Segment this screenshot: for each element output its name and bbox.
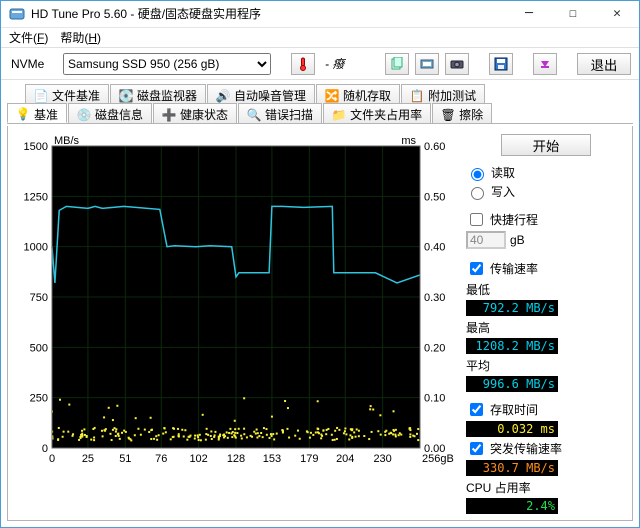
extra-icon: 📋 bbox=[410, 89, 424, 103]
burst-check[interactable]: 突发传输速率 bbox=[466, 439, 626, 458]
camera-button[interactable] bbox=[445, 53, 469, 75]
quick-value-input bbox=[466, 231, 506, 249]
svg-text:750: 750 bbox=[30, 292, 48, 304]
svg-text:0.20: 0.20 bbox=[424, 342, 445, 354]
maximize-button[interactable]: ☐ bbox=[551, 1, 595, 27]
min-value: 792.2 MB/s bbox=[466, 300, 558, 316]
avg-value: 996.6 MB/s bbox=[466, 376, 558, 392]
svg-text:0.10: 0.10 bbox=[424, 393, 445, 405]
access-check[interactable]: 存取时间 bbox=[466, 400, 626, 419]
erase-icon: 🗑 bbox=[441, 108, 455, 122]
svg-text:ms: ms bbox=[401, 135, 416, 147]
title-bar: HD Tune Pro 5.60 - 硬盘/固态硬盘实用程序 ─ ☐ ✕ bbox=[1, 1, 639, 28]
benchmark-chart: 02505007501000125015000.000.100.200.300.… bbox=[14, 132, 460, 514]
start-button[interactable]: 开始 bbox=[501, 134, 591, 156]
random-icon: 🔀 bbox=[325, 89, 339, 103]
device-type-label: NVMe bbox=[9, 57, 57, 71]
minimize-button[interactable]: ─ bbox=[507, 1, 551, 27]
svg-text:25: 25 bbox=[82, 453, 94, 465]
min-label: 最低 bbox=[466, 281, 626, 298]
file-icon: 📄 bbox=[34, 89, 48, 103]
tab-folder-usage[interactable]: 📁文件夹占用率 bbox=[323, 103, 431, 123]
tab-extra-tests[interactable]: 📋附加测试 bbox=[401, 84, 485, 104]
side-panel: 开始 读取 写入 快捷行程 gB 传输速率 最低 792.2 MB/s 最高 1… bbox=[460, 132, 626, 514]
menu-file[interactable]: 文件(F) bbox=[9, 29, 48, 46]
svg-text:0.60: 0.60 bbox=[424, 141, 445, 153]
exit-button[interactable]: 退出 bbox=[577, 53, 631, 75]
screenshot-button[interactable] bbox=[415, 53, 439, 75]
svg-text:102: 102 bbox=[189, 453, 207, 465]
max-value: 1208.2 MB/s bbox=[466, 338, 558, 354]
window-title: HD Tune Pro 5.60 - 硬盘/固态硬盘实用程序 bbox=[31, 5, 507, 22]
temperature-text: - 癈 bbox=[321, 55, 348, 72]
svg-text:0.50: 0.50 bbox=[424, 191, 445, 203]
svg-text:250: 250 bbox=[30, 393, 48, 405]
tab-error-scan[interactable]: 🔍错误扫描 bbox=[238, 103, 322, 123]
write-radio[interactable]: 写入 bbox=[466, 183, 626, 200]
svg-text:76: 76 bbox=[155, 453, 167, 465]
quick-check[interactable]: 快捷行程 bbox=[466, 210, 626, 229]
svg-text:0.30: 0.30 bbox=[424, 292, 445, 304]
save-button[interactable] bbox=[489, 53, 513, 75]
svg-text:153: 153 bbox=[263, 453, 281, 465]
tab-erase[interactable]: 🗑擦除 bbox=[432, 103, 492, 123]
aam-icon: 🔊 bbox=[216, 89, 230, 103]
tab-benchmark[interactable]: 💡基准 bbox=[7, 103, 67, 123]
svg-text:0: 0 bbox=[42, 443, 48, 455]
tab-row-2: 💡基准 💿磁盘信息 ➕健康状态 🔍错误扫描 📁文件夹占用率 🗑擦除 bbox=[7, 103, 633, 124]
svg-text:500: 500 bbox=[30, 342, 48, 354]
tab-random-access[interactable]: 🔀随机存取 bbox=[316, 84, 400, 104]
copy-info-button[interactable] bbox=[385, 53, 409, 75]
device-select[interactable]: Samsung SSD 950 (256 gB) bbox=[63, 53, 271, 75]
svg-text:1250: 1250 bbox=[24, 191, 48, 203]
cpu-label: CPU 占用率 bbox=[466, 479, 626, 496]
app-icon bbox=[9, 6, 25, 22]
burst-value: 330.7 MB/s bbox=[466, 460, 558, 476]
avg-label: 平均 bbox=[466, 357, 626, 374]
cpu-value: 2.4% bbox=[466, 498, 558, 514]
svg-text:1500: 1500 bbox=[24, 141, 48, 153]
access-value: 0.032 ms bbox=[466, 421, 558, 437]
tab-disk-monitor[interactable]: 💽磁盘监视器 bbox=[110, 84, 206, 104]
health-icon: ➕ bbox=[162, 108, 176, 122]
max-label: 最高 bbox=[466, 319, 626, 336]
error-icon: 🔍 bbox=[247, 108, 261, 122]
svg-text:0.40: 0.40 bbox=[424, 242, 445, 254]
read-radio[interactable]: 读取 bbox=[466, 164, 626, 181]
temperature-button[interactable] bbox=[291, 53, 315, 75]
tab-info[interactable]: 💿磁盘信息 bbox=[68, 103, 152, 123]
svg-text:179: 179 bbox=[300, 453, 318, 465]
svg-text:128: 128 bbox=[227, 453, 245, 465]
close-button[interactable]: ✕ bbox=[595, 1, 639, 27]
quick-unit: gB bbox=[510, 233, 525, 247]
svg-text:MB/s: MB/s bbox=[54, 135, 80, 147]
tab-health[interactable]: ➕健康状态 bbox=[153, 103, 237, 123]
folder-icon: 📁 bbox=[332, 108, 346, 122]
svg-text:256gB: 256gB bbox=[422, 453, 454, 465]
tab-aam[interactable]: 🔊自动噪音管理 bbox=[207, 84, 315, 104]
svg-text:51: 51 bbox=[119, 453, 131, 465]
svg-text:0: 0 bbox=[49, 453, 55, 465]
tab-file-benchmark[interactable]: 📄文件基准 bbox=[25, 84, 109, 104]
disk-monitor-icon: 💽 bbox=[119, 89, 133, 103]
svg-text:204: 204 bbox=[336, 453, 354, 465]
menu-bar: 文件(F) 帮助(H) bbox=[1, 28, 639, 47]
info-icon: 💿 bbox=[77, 108, 91, 122]
tab-row-1: 📄文件基准 💽磁盘监视器 🔊自动噪音管理 🔀随机存取 📋附加测试 bbox=[7, 84, 633, 104]
transfer-check[interactable]: 传输速率 bbox=[466, 259, 626, 278]
menu-help[interactable]: 帮助(H) bbox=[60, 29, 101, 46]
svg-text:230: 230 bbox=[373, 453, 391, 465]
svg-text:1000: 1000 bbox=[24, 242, 48, 254]
options-button[interactable] bbox=[533, 53, 557, 75]
toolbar: NVMe Samsung SSD 950 (256 gB) - 癈 退出 bbox=[1, 47, 639, 80]
benchmark-icon: 💡 bbox=[16, 107, 30, 121]
